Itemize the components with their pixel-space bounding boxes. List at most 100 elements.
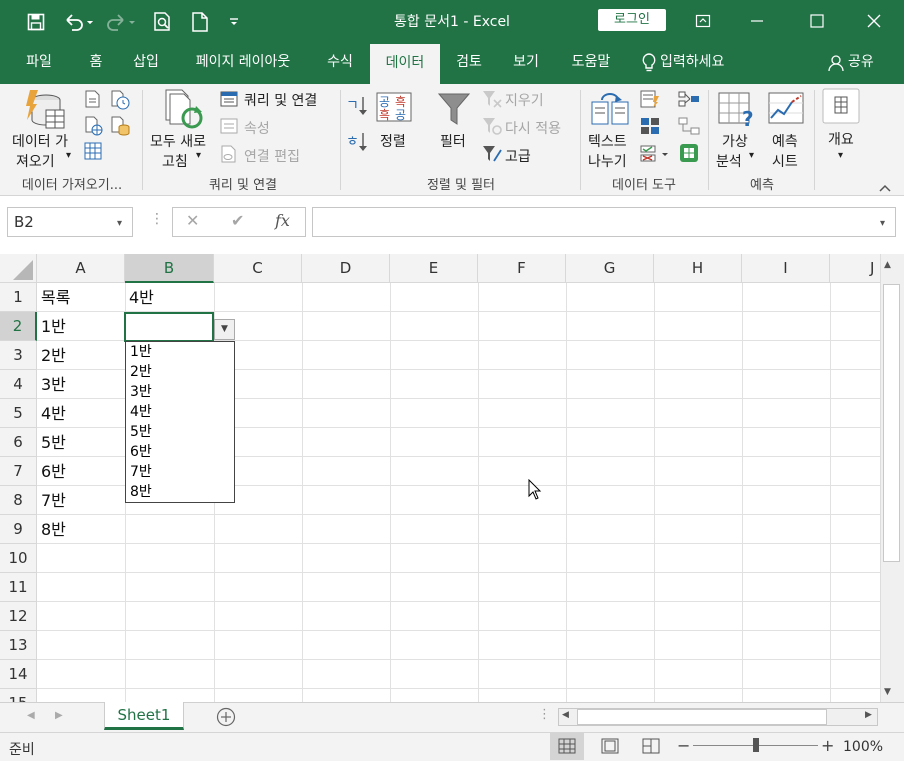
tell-me-input[interactable]: 입력하세요 (660, 44, 740, 84)
reapply-icon[interactable] (482, 117, 502, 139)
remove-duplicates-icon[interactable] (640, 117, 660, 139)
column-header-j[interactable]: J (830, 254, 880, 283)
tab-review[interactable]: 검토 (446, 44, 492, 84)
row-header-3[interactable]: 3 (0, 341, 37, 370)
clear-filter-icon[interactable] (482, 90, 502, 112)
properties-button[interactable]: 속성 (244, 118, 270, 138)
active-cell-b2[interactable] (124, 312, 214, 342)
properties-icon[interactable] (220, 117, 238, 139)
flash-fill-icon[interactable] (640, 90, 660, 112)
share-button[interactable]: 공유 (848, 44, 884, 84)
sort-ascending-icon[interactable]: ㄱ (346, 94, 368, 122)
name-box[interactable]: B2 (7, 207, 133, 237)
from-text-icon[interactable] (84, 90, 102, 112)
advanced-filter-icon[interactable] (482, 145, 502, 167)
column-header-c[interactable]: C (214, 254, 302, 283)
tab-formulas[interactable]: 수식 (314, 44, 366, 84)
cell-b1[interactable]: 4반 (125, 283, 154, 312)
refresh-all-label-1[interactable]: 모두 새로 (150, 131, 206, 151)
filter-button[interactable]: 필터 (440, 131, 466, 151)
row-header-4[interactable]: 4 (0, 370, 37, 399)
close-icon[interactable] (854, 6, 894, 36)
tab-data[interactable]: 데이터 (370, 44, 440, 84)
column-header-d[interactable]: D (302, 254, 390, 283)
add-sheet-icon[interactable] (216, 707, 236, 731)
refresh-all-icon[interactable] (162, 88, 204, 134)
scroll-up-icon[interactable]: ▲ (884, 260, 891, 270)
scroll-left-icon[interactable]: ◀ (562, 710, 569, 720)
edit-links-icon[interactable] (220, 145, 238, 167)
lightbulb-icon[interactable] (638, 44, 660, 84)
get-data-label-2[interactable]: 져오기 (16, 151, 55, 171)
insert-function-icon[interactable]: fx (275, 211, 290, 230)
sheet-tab-sheet1[interactable]: Sheet1 (104, 702, 184, 730)
dropdown-option[interactable]: 8반 (130, 482, 152, 502)
dropdown-option[interactable]: 7반 (130, 462, 152, 482)
edit-links-button[interactable]: 연결 편집 (244, 146, 300, 166)
row-header-5[interactable]: 5 (0, 399, 37, 428)
row-header-12[interactable]: 12 (0, 602, 37, 631)
validation-dropdown-arrow-icon[interactable]: ▼ (214, 319, 235, 340)
get-data-icon[interactable] (24, 90, 66, 134)
existing-connections-icon[interactable] (110, 116, 130, 140)
cell-a1[interactable]: 목록 (37, 283, 70, 312)
from-table-icon[interactable] (84, 142, 102, 164)
print-preview-icon[interactable] (148, 8, 176, 36)
cell-a8[interactable]: 7반 (37, 486, 66, 515)
login-button[interactable]: 로그인 (598, 9, 666, 31)
recent-sources-icon[interactable] (110, 90, 130, 114)
row-header-11[interactable]: 11 (0, 573, 37, 602)
next-sheet-icon[interactable]: ▶ (55, 710, 63, 721)
page-break-view-icon[interactable] (634, 733, 668, 760)
row-header-14[interactable]: 14 (0, 660, 37, 689)
outline-icon[interactable] (822, 88, 860, 128)
undo-icon[interactable] (60, 8, 96, 36)
tab-file[interactable]: 파일 (12, 44, 66, 84)
from-web-icon[interactable] (84, 116, 104, 140)
what-if-label-1[interactable]: 가상 (722, 131, 748, 151)
text-to-columns-icon[interactable] (590, 92, 630, 130)
tab-page-layout[interactable]: 페이지 레이아웃 (180, 44, 306, 84)
zoom-in-icon[interactable]: + (821, 736, 834, 755)
row-header-8[interactable]: 8 (0, 486, 37, 515)
prev-sheet-icon[interactable]: ◀ (27, 710, 35, 721)
dropdown-option[interactable]: 3반 (130, 382, 152, 402)
dropdown-option[interactable]: 6반 (130, 442, 152, 462)
vertical-scroll-thumb[interactable] (883, 284, 900, 562)
cancel-icon[interactable]: ✕ (186, 211, 199, 230)
get-data-dropdown-icon[interactable]: ▾ (66, 150, 71, 161)
cell-a2[interactable]: 1반 (37, 312, 66, 341)
outline-dropdown-icon[interactable]: ▾ (838, 150, 843, 161)
zoom-slider-thumb[interactable] (753, 738, 759, 752)
cell-a4[interactable]: 3반 (37, 370, 66, 399)
minimize-icon[interactable] (737, 6, 777, 36)
tab-help[interactable]: 도움말 (560, 44, 622, 84)
filter-icon[interactable] (437, 92, 471, 130)
dropdown-option[interactable]: 1반 (130, 342, 152, 362)
consolidate-icon[interactable] (678, 90, 700, 112)
row-header-13[interactable]: 13 (0, 631, 37, 660)
normal-view-icon[interactable] (550, 733, 584, 760)
data-validation-icon[interactable] (640, 145, 670, 167)
customize-qat-icon[interactable] (222, 8, 246, 36)
row-header-9[interactable]: 9 (0, 515, 37, 544)
column-header-e[interactable]: E (390, 254, 478, 283)
maximize-icon[interactable] (797, 6, 837, 36)
scroll-right-icon[interactable]: ▶ (865, 710, 872, 720)
text-to-columns-label-2[interactable]: 나누기 (588, 151, 627, 171)
get-data-label-1[interactable]: 데이터 가 (12, 131, 68, 151)
save-icon[interactable] (22, 8, 50, 36)
cell-a6[interactable]: 5반 (37, 428, 66, 457)
expand-formula-bar-icon[interactable]: ▾ (880, 218, 885, 229)
reapply-button[interactable]: 다시 적용 (505, 118, 561, 138)
formula-bar-handle-icon[interactable]: ⋮ (150, 211, 164, 227)
column-header-g[interactable]: G (566, 254, 654, 283)
new-file-icon[interactable] (186, 8, 214, 36)
zoom-level[interactable]: 100% (843, 739, 883, 755)
forecast-sheet-icon[interactable] (768, 92, 804, 128)
row-header-15[interactable]: 15 (0, 689, 37, 702)
dropdown-option[interactable]: 4반 (130, 402, 152, 422)
what-if-label-2[interactable]: 분석 (716, 151, 742, 171)
scroll-down-icon[interactable]: ▼ (884, 687, 891, 697)
tab-home[interactable]: 홈 (76, 44, 116, 84)
